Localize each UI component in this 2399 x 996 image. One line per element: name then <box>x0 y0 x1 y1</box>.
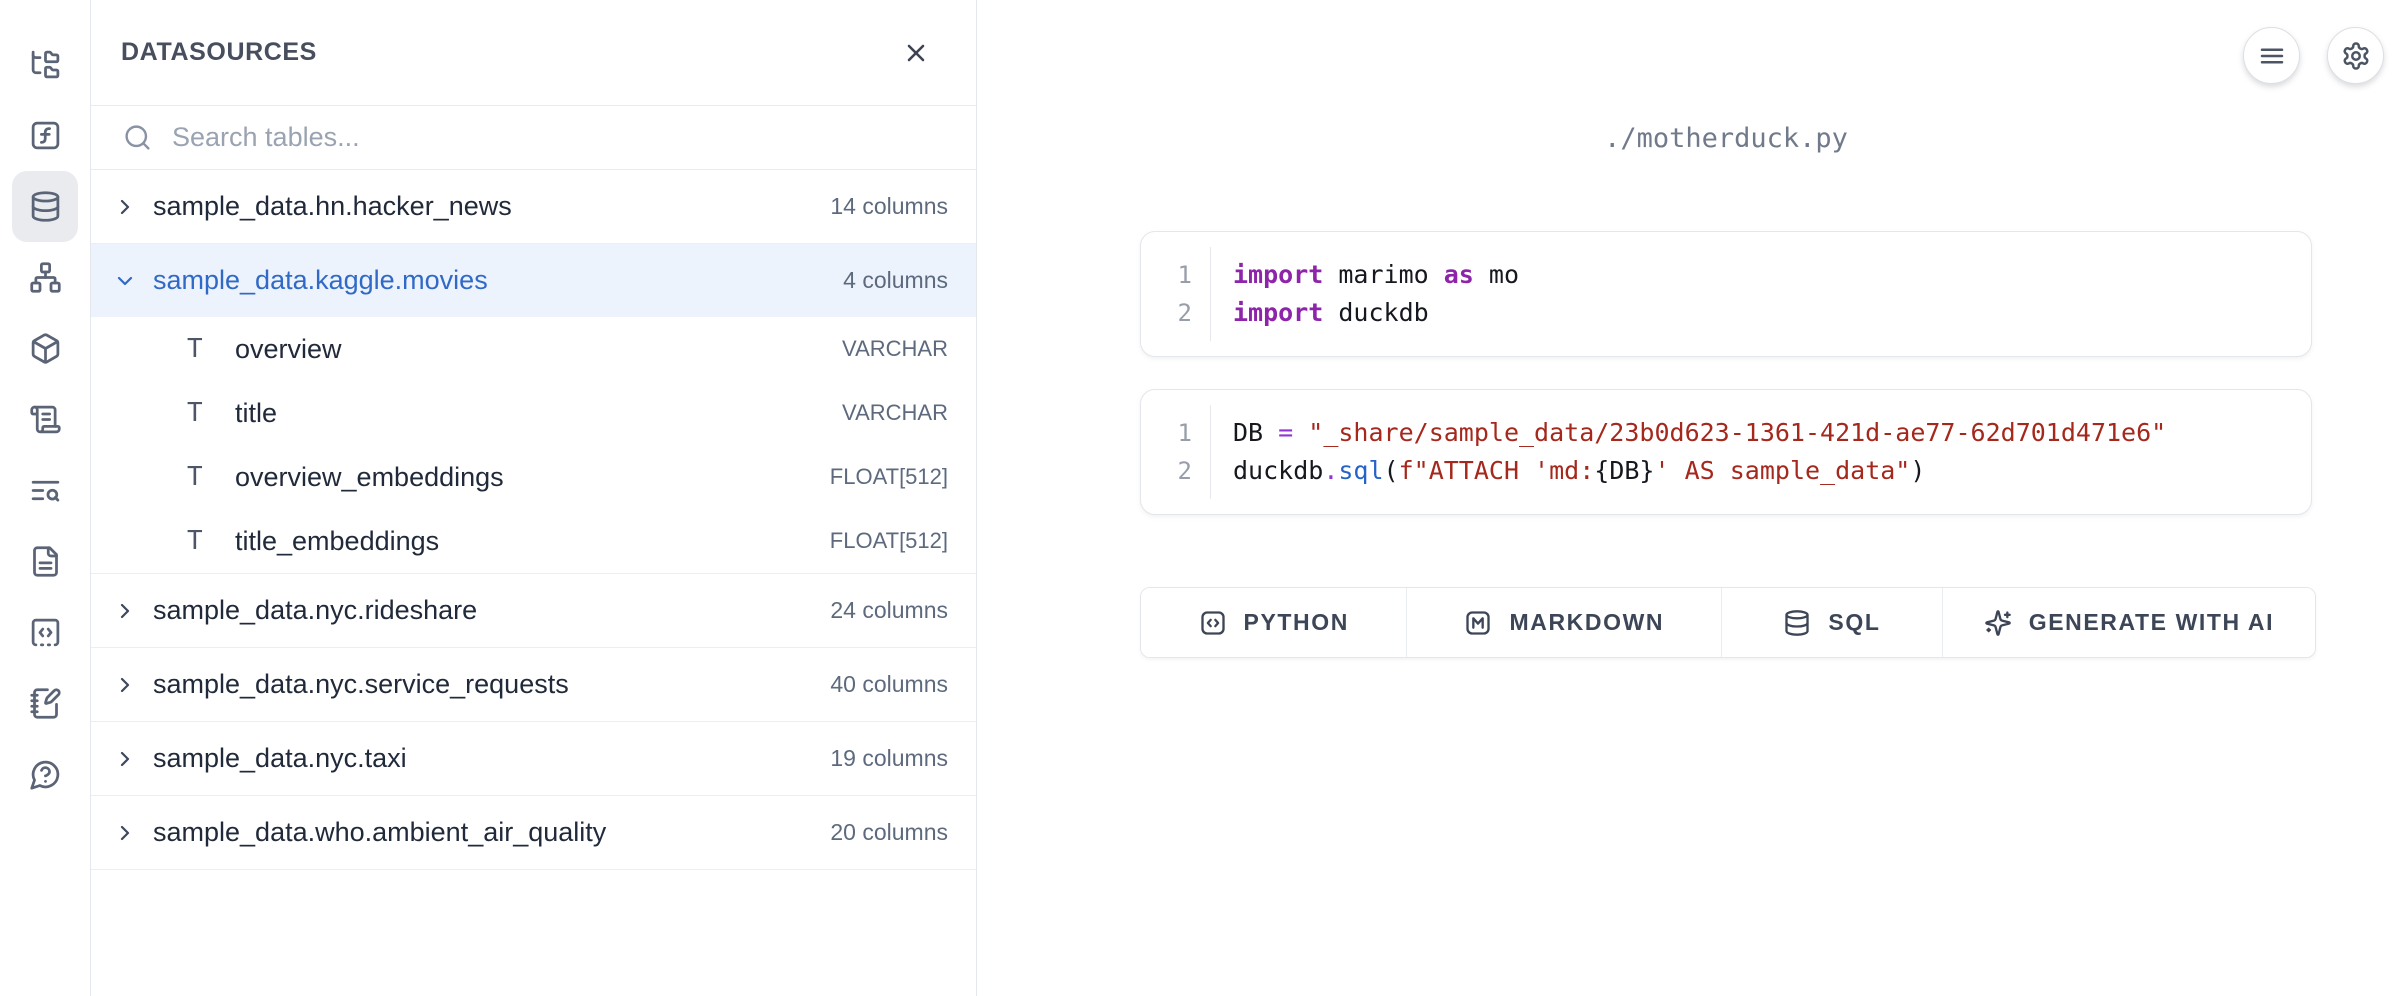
table-row[interactable]: sample_data.who.ambient_air_quality 20 c… <box>91 796 976 869</box>
table-row[interactable]: sample_data.nyc.taxi 19 columns <box>91 722 976 795</box>
notebook-filename[interactable]: ./motherduck.py <box>1140 123 2312 154</box>
datasources-header: DATASOURCES <box>91 0 976 106</box>
code-line: DB = "_share/sample_data/23b0d623-1361-4… <box>1233 414 2166 452</box>
settings-button[interactable] <box>2327 27 2384 84</box>
column-type: FLOAT[512] <box>830 464 948 490</box>
column-name: overview <box>235 334 842 365</box>
panel-title: DATASOURCES <box>121 38 317 67</box>
table-column-count: 19 columns <box>830 745 948 772</box>
code-editor[interactable]: DB = "_share/sample_data/23b0d623-1361-4… <box>1211 405 2186 499</box>
code-line: import duckdb <box>1233 294 1519 332</box>
table-column-count: 20 columns <box>830 819 948 846</box>
table-row-selected[interactable]: sample_data.kaggle.movies 4 columns <box>91 244 976 317</box>
code-editor[interactable]: import marimo as moimport duckdb <box>1211 247 1539 341</box>
dependency-graph-icon[interactable] <box>12 242 78 313</box>
sparkles-icon <box>1984 609 2012 637</box>
column-name: title <box>235 398 842 429</box>
code-cell[interactable]: 1 2 import marimo as moimport duckdb <box>1140 231 2312 357</box>
column-type: VARCHAR <box>842 400 948 426</box>
menu-icon <box>2257 41 2287 71</box>
table-search-row <box>91 106 976 170</box>
type-text-icon: T <box>187 462 235 492</box>
add-cell-bar: PYTHON MARKDOWN SQL GENERATE WITH AI <box>1140 587 2316 658</box>
tables-list: sample_data.hn.hacker_news 14 columns sa… <box>91 170 976 870</box>
code-cell[interactable]: 1 2 DB = "_share/sample_data/23b0d623-13… <box>1140 389 2312 515</box>
top-actions <box>2243 27 2384 84</box>
line-number-gutter: 1 2 <box>1141 405 1211 499</box>
chevron-right-icon <box>113 821 153 845</box>
table-column-count: 14 columns <box>830 193 948 220</box>
type-text-icon: T <box>187 526 235 556</box>
menu-button[interactable] <box>2243 27 2300 84</box>
add-sql-cell-button[interactable]: SQL <box>1722 588 1943 657</box>
column-type: FLOAT[512] <box>830 528 948 554</box>
packages-icon[interactable] <box>12 313 78 384</box>
datasources-panel: DATASOURCES sample_data.hn.hacker_news 1… <box>91 0 977 996</box>
table-name: sample_data.nyc.rideshare <box>153 595 830 626</box>
line-number: 2 <box>1178 294 1192 332</box>
scratchpad-icon[interactable] <box>12 668 78 739</box>
type-text-icon: T <box>187 398 235 428</box>
chevron-down-icon <box>113 269 153 293</box>
table-name: sample_data.who.ambient_air_quality <box>153 817 830 848</box>
notebook-area: ./motherduck.py 1 2 import marimo as moi… <box>977 0 2399 996</box>
chevron-right-icon <box>113 195 153 219</box>
generate-with-ai-button[interactable]: GENERATE WITH AI <box>1943 588 2315 657</box>
column-row[interactable]: T title VARCHAR <box>91 381 976 445</box>
line-number-gutter: 1 2 <box>1141 247 1211 341</box>
table-name: sample_data.kaggle.movies <box>153 265 843 296</box>
code-line: duckdb.sql(f"ATTACH 'md:{DB}' AS sample_… <box>1233 452 2166 490</box>
table-column-count: 24 columns <box>830 597 948 624</box>
file-tree-icon[interactable] <box>12 29 78 100</box>
type-text-icon: T <box>187 334 235 364</box>
table-column-count: 40 columns <box>830 671 948 698</box>
code-line: import marimo as mo <box>1233 256 1519 294</box>
add-python-cell-button[interactable]: PYTHON <box>1141 588 1407 657</box>
column-name: overview_embeddings <box>235 462 830 493</box>
column-row[interactable]: T title_embeddings FLOAT[512] <box>91 509 976 573</box>
database-icon <box>1783 609 1811 637</box>
add-markdown-cell-button[interactable]: MARKDOWN <box>1407 588 1722 657</box>
search-tables-input[interactable] <box>172 122 944 153</box>
table-column-count: 4 columns <box>843 267 948 294</box>
column-row[interactable]: T overview_embeddings FLOAT[512] <box>91 445 976 509</box>
line-number: 2 <box>1178 452 1192 490</box>
table-row[interactable]: sample_data.hn.hacker_news 14 columns <box>91 170 976 243</box>
table-name: sample_data.hn.hacker_news <box>153 191 830 222</box>
column-type: VARCHAR <box>842 336 948 362</box>
chevron-right-icon <box>113 747 153 771</box>
line-number: 1 <box>1178 256 1192 294</box>
table-name: sample_data.nyc.service_requests <box>153 669 830 700</box>
column-row[interactable]: T overview VARCHAR <box>91 317 976 381</box>
logs-search-icon[interactable] <box>12 455 78 526</box>
search-icon <box>123 123 152 152</box>
help-icon[interactable] <box>12 739 78 810</box>
close-icon <box>902 39 930 67</box>
column-name: title_embeddings <box>235 526 830 557</box>
table-row[interactable]: sample_data.nyc.service_requests 40 colu… <box>91 648 976 721</box>
chevron-right-icon <box>113 599 153 623</box>
line-number: 1 <box>1178 414 1192 452</box>
code-square-dashed-icon[interactable] <box>12 597 78 668</box>
documentation-scroll-icon[interactable] <box>12 384 78 455</box>
table-row[interactable]: sample_data.nyc.rideshare 24 columns <box>91 574 976 647</box>
datasources-icon[interactable] <box>12 171 78 242</box>
function-square-icon[interactable] <box>12 100 78 171</box>
left-icon-rail <box>0 0 91 996</box>
code-square-icon <box>1199 609 1227 637</box>
table-name: sample_data.nyc.taxi <box>153 743 830 774</box>
snippets-file-icon[interactable] <box>12 526 78 597</box>
close-panel-button[interactable] <box>898 35 934 71</box>
markdown-square-icon <box>1464 609 1492 637</box>
gear-icon <box>2341 41 2371 71</box>
chevron-right-icon <box>113 673 153 697</box>
